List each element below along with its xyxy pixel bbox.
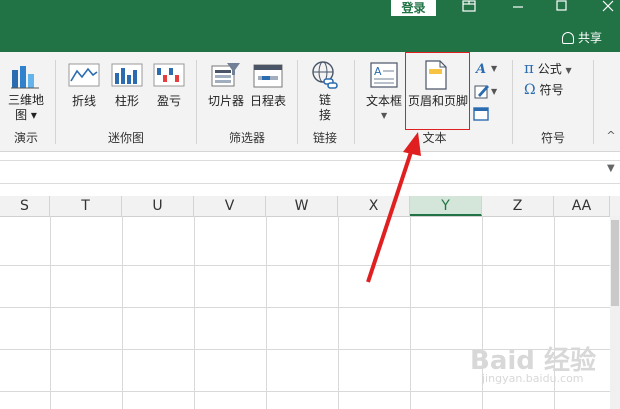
watermark-url: jingyan.baidu.com <box>482 372 584 385</box>
